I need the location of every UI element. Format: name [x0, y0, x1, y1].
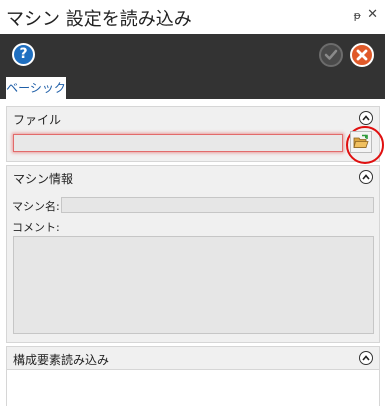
import-components-section: 構成要素読み込み: [6, 346, 380, 410]
tab-basic[interactable]: ベーシック: [6, 77, 66, 99]
machine-info-section: マシン情報 マシン名: コメント:: [6, 165, 380, 343]
collapse-import-components-icon[interactable]: [359, 351, 373, 365]
file-section: ファイル: [6, 106, 384, 164]
comment-textarea[interactable]: [13, 236, 374, 334]
open-folder-icon: [353, 134, 369, 148]
machine-name-input[interactable]: [61, 197, 374, 213]
collapse-file-section-icon[interactable]: [359, 111, 373, 125]
collapse-machine-info-icon[interactable]: [359, 170, 373, 184]
toolbar: ?: [0, 34, 385, 75]
tab-strip: ベーシック: [0, 75, 385, 99]
checkmark-icon: [324, 49, 338, 60]
file-section-title: ファイル: [13, 113, 62, 127]
pin-icon[interactable]: ᵽ: [354, 9, 361, 22]
cancel-button[interactable]: [350, 43, 374, 67]
help-icon: ?: [19, 46, 28, 62]
import-components-title: 構成要素読み込み: [13, 353, 110, 367]
cancel-x-icon: [356, 49, 368, 61]
help-button[interactable]: ?: [12, 43, 35, 66]
machine-name-label: マシン名:: [12, 200, 60, 213]
import-components-list: [7, 369, 379, 410]
window-title: マシン 設定を読み込み: [6, 9, 192, 30]
close-icon[interactable]: ✕: [367, 7, 378, 22]
ok-button[interactable]: [319, 43, 343, 67]
machine-info-title: マシン情報: [13, 172, 74, 186]
comment-label: コメント:: [12, 221, 60, 234]
file-path-input[interactable]: [13, 134, 343, 152]
dialog-content: ファイル マシン情報 マシン名: コメント: 構成要素読み込み: [0, 99, 385, 410]
title-bar: マシン 設定を読み込み ᵽ ✕: [0, 0, 385, 34]
browse-file-button[interactable]: [350, 131, 372, 153]
